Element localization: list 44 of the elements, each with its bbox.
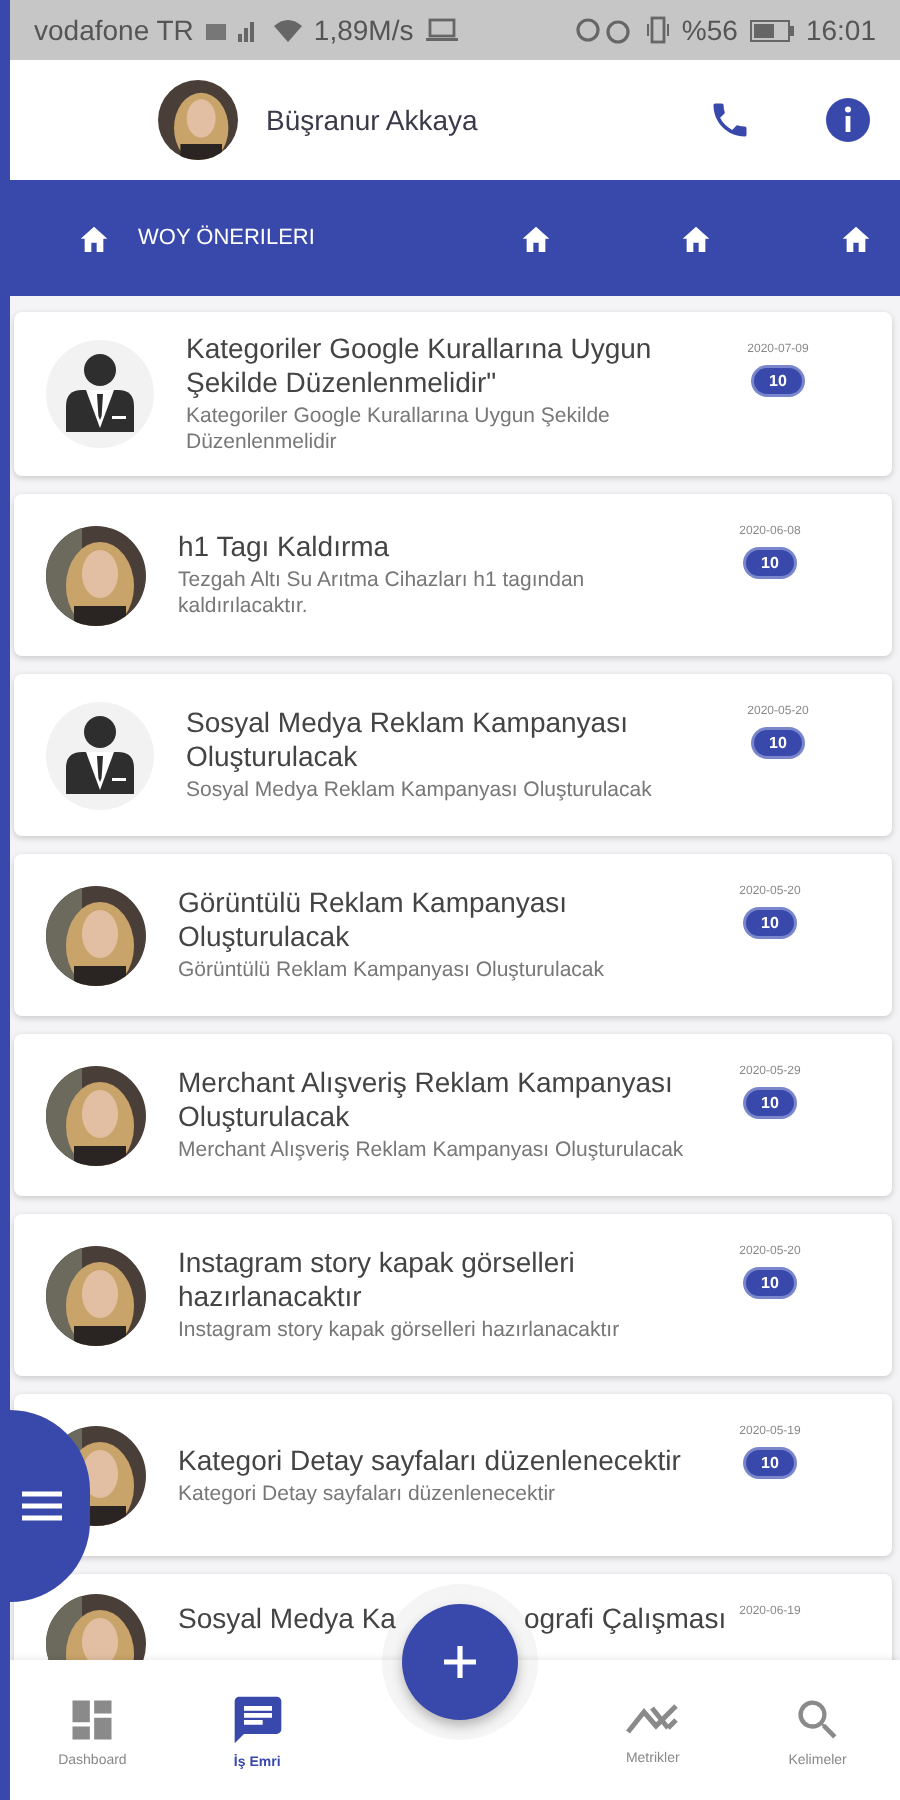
person-icon	[46, 340, 154, 448]
task-title: h1 Tagı Kaldırma	[178, 530, 392, 564]
task-description: Kategoriler Google Kurallarına Uygun Şekilde Düzenlenmelidir	[186, 404, 612, 456]
network-speed: 1,89M/s	[313, 14, 414, 46]
task-title: Sosyal Medya Ka	[178, 1602, 396, 1634]
user-name: Büşranur Akkaya	[266, 104, 480, 136]
task-description: Sosyal Medya Reklam Kampanyası Oluşturulacak	[186, 778, 654, 804]
count-badge: 10	[745, 1270, 795, 1296]
task-description: Kategori Detay sayfaları düzenlenecektir	[178, 1481, 558, 1507]
battery-icon	[749, 19, 794, 41]
home-icon	[78, 224, 110, 252]
tab[interactable]: WOY ÖNERILERI	[70, 216, 323, 260]
task-title: Kategoriler Google Kurallarına Uygun Şekilde Düzenlenmelidir"	[186, 332, 654, 400]
task-title: Kategori Detay sayfaları düzenlenecektir	[178, 1443, 683, 1477]
carrier-name: vodafone TR	[34, 14, 194, 46]
task-title: ografi Çalışması	[523, 1602, 727, 1634]
count-badge: 10	[745, 1090, 795, 1116]
vibrate-icon	[645, 16, 670, 44]
count-badge: 10	[745, 550, 795, 576]
count-badge: 10	[753, 368, 803, 394]
task-title: Görüntülü Reklam Kampanyası Oluşturulacak	[178, 886, 570, 954]
task-title: Sosyal Medya Reklam Kampanyası Oluşturulacak	[186, 706, 630, 774]
home-icon	[520, 224, 552, 252]
wifi-icon	[273, 18, 302, 42]
battery-percent: %56	[681, 14, 738, 46]
phone-icon[interactable]	[708, 98, 752, 142]
count-badge: 10	[753, 730, 803, 756]
laptop-icon	[425, 18, 458, 42]
count-badge: 10	[745, 910, 795, 936]
task-description: Merchant Alışveriş Reklam Kampanyası Oluşturulacak	[178, 1138, 686, 1164]
person-icon	[46, 701, 154, 809]
task-description: Görüntülü Reklam Kampanyası Oluşturulacak	[178, 958, 607, 984]
task-title: Merchant Alışveriş Reklam Kampanyası Oluşturulacak	[178, 1066, 675, 1134]
info-icon[interactable]	[824, 96, 872, 144]
message-icon	[229, 1691, 286, 1747]
task-description: Instagram story kapak görselleri hazırlanacaktır	[178, 1318, 622, 1344]
clock-time: 16:01	[805, 14, 876, 46]
home-icon	[840, 224, 872, 252]
count-badge: 10	[745, 1450, 795, 1476]
task-title: Instagram story kapak görselleri hazırlanacaktır	[178, 1246, 577, 1314]
plus-icon	[442, 1644, 478, 1680]
menu-icon	[22, 1490, 62, 1522]
task-description: Tezgah Altı Su Arıtma Cihazları h1 tagından kaldırılacaktır.	[178, 568, 587, 620]
home-icon	[680, 224, 712, 252]
